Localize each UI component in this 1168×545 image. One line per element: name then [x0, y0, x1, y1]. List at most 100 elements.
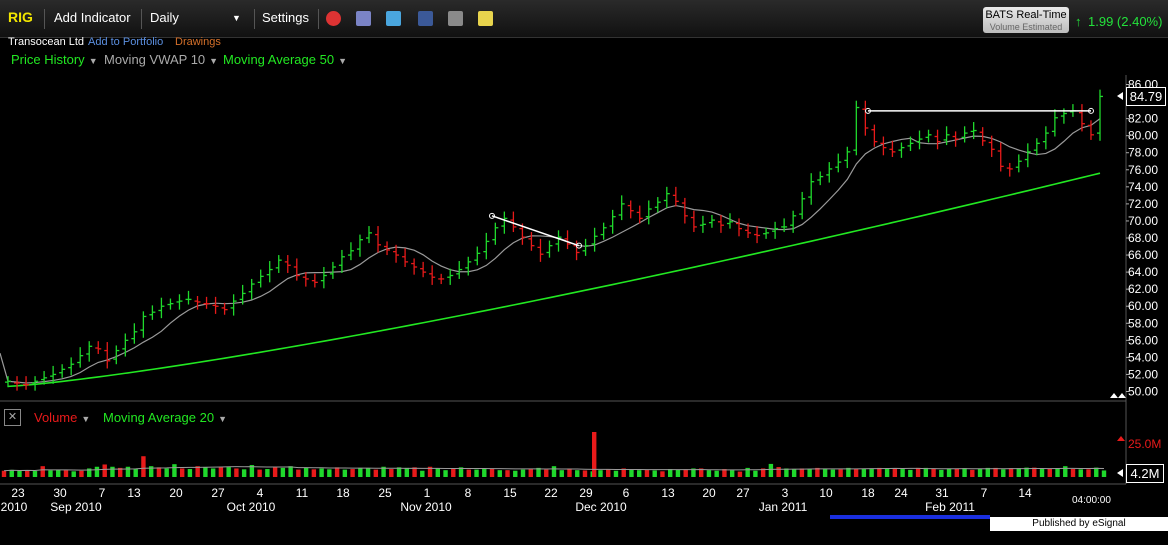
volume-bar [1055, 468, 1060, 477]
legend-price-history[interactable]: Price History ▼ [11, 52, 98, 67]
add-indicator-button[interactable]: Add Indicator [54, 10, 131, 25]
y-tick-label: 74.00 [1128, 180, 1158, 194]
volume-bar [575, 470, 580, 477]
volume-bar [807, 469, 812, 477]
volume-bar [249, 465, 255, 477]
ohlc-bar [853, 100, 860, 156]
volume-bar [768, 463, 774, 477]
ohlc-bar [591, 227, 598, 252]
volume-bar [544, 469, 549, 477]
toolbar-divider [44, 9, 45, 29]
volume-bar [970, 469, 975, 477]
drawing-handle [489, 212, 495, 219]
legend-label: Moving Average 50 [223, 52, 335, 67]
legend-volume-ma[interactable]: Moving Average 20 ▼ [103, 410, 227, 425]
volume-bar [962, 468, 967, 477]
ohlc-bar [717, 214, 724, 233]
symbol-label[interactable]: RIG [8, 9, 33, 25]
x-tick-label: 10 [819, 486, 833, 500]
volume-bar [675, 469, 681, 477]
volume-bar [141, 456, 146, 477]
ohlc-bar [284, 255, 291, 273]
volume-bar [784, 468, 789, 477]
book-icon[interactable] [356, 11, 371, 26]
volume-bar [32, 471, 38, 477]
twitter-icon[interactable] [386, 11, 401, 26]
volume-bar [195, 466, 200, 477]
legend-vwap[interactable]: Moving VWAP 10 ▼ [104, 52, 218, 67]
facebook-icon[interactable] [418, 11, 433, 26]
chevron-down-icon[interactable]: ▼ [81, 414, 90, 424]
ohlc-bar [754, 226, 761, 244]
volume-bar [644, 469, 650, 477]
up-arrow-icon: ↑ [1075, 14, 1082, 29]
note-icon[interactable] [478, 11, 493, 26]
chevron-down-icon[interactable]: ▼ [209, 56, 218, 66]
ohlc-bar [140, 311, 147, 338]
x-tick-label: 1 [424, 486, 431, 500]
legend-volume[interactable]: Volume ▼ [34, 410, 90, 425]
x-tick-label: 20 [702, 486, 716, 500]
volume-bar [396, 467, 402, 477]
date-range-bar[interactable] [830, 515, 990, 519]
volume-bar [102, 464, 107, 477]
trend-line [491, 215, 580, 247]
volume-bar [592, 432, 597, 477]
y-tick-label: 60.00 [1128, 299, 1158, 313]
legend-label: Volume [34, 410, 78, 425]
ohlc-bar [808, 173, 815, 205]
chevron-down-icon[interactable]: ▼ [338, 56, 347, 66]
volume-ma-line [3, 466, 1105, 472]
x-tick-label: 7 [99, 486, 106, 500]
ohlc-bar [158, 297, 165, 319]
volume-bar [87, 468, 92, 477]
x-month-label: Nov 2010 [400, 500, 452, 514]
volume-bar [598, 470, 603, 477]
ohlc-bar [970, 122, 977, 140]
ohlc-bar [636, 205, 643, 224]
drawing-handle [865, 107, 871, 114]
volume-bar [1070, 469, 1076, 477]
volume-bar [156, 467, 162, 477]
volume-bar [559, 470, 564, 477]
interval-select[interactable]: Daily [150, 10, 179, 25]
ohlc-bar [745, 223, 752, 238]
ohlc-bar [77, 347, 84, 368]
volume-bar [567, 468, 572, 477]
alarm-clock-icon[interactable] [326, 11, 341, 26]
volume-bar [458, 467, 464, 477]
close-icon[interactable]: ✕ [4, 409, 21, 426]
volume-bar [830, 469, 836, 477]
volume-bar [79, 470, 84, 477]
price-chart[interactable]: 86.0084.0082.0080.0078.0076.0074.0072.00… [0, 0, 1168, 531]
ohlc-bar [95, 341, 102, 354]
chevron-down-icon[interactable]: ▼ [89, 56, 98, 66]
volume-bar [698, 468, 704, 477]
drawings-link[interactable]: Drawings [175, 36, 221, 48]
ohlc-bar [672, 186, 679, 207]
ohlc-bar [790, 210, 797, 233]
add-to-portfolio-link[interactable]: Add to Portfolio [88, 36, 163, 48]
ohlc-bar [393, 244, 400, 263]
x-tick-label: 18 [336, 486, 350, 500]
volume-bar [420, 470, 425, 477]
volume-bar [241, 469, 247, 477]
legend-ma50[interactable]: Moving Average 50 ▼ [223, 52, 347, 67]
ohlc-bar [618, 195, 625, 221]
chevron-down-icon[interactable]: ▼ [218, 414, 227, 424]
volume-bar [613, 470, 619, 477]
ohlc-bar [1087, 120, 1094, 140]
x-tick-label: 3 [782, 486, 789, 500]
volume-bar [25, 470, 30, 477]
settings-button[interactable]: Settings [262, 10, 309, 25]
ohlc-bar [465, 256, 472, 276]
x-tick-label: 7 [981, 486, 988, 500]
ohlc-bar [384, 241, 391, 256]
ohlc-bar [1042, 126, 1049, 150]
volume-bar [412, 467, 417, 477]
volume-bar [900, 469, 905, 477]
camera-icon[interactable] [448, 11, 463, 26]
volume-bar [210, 468, 216, 477]
ohlc-bar [528, 232, 535, 251]
chevron-down-icon[interactable]: ▼ [232, 13, 241, 23]
